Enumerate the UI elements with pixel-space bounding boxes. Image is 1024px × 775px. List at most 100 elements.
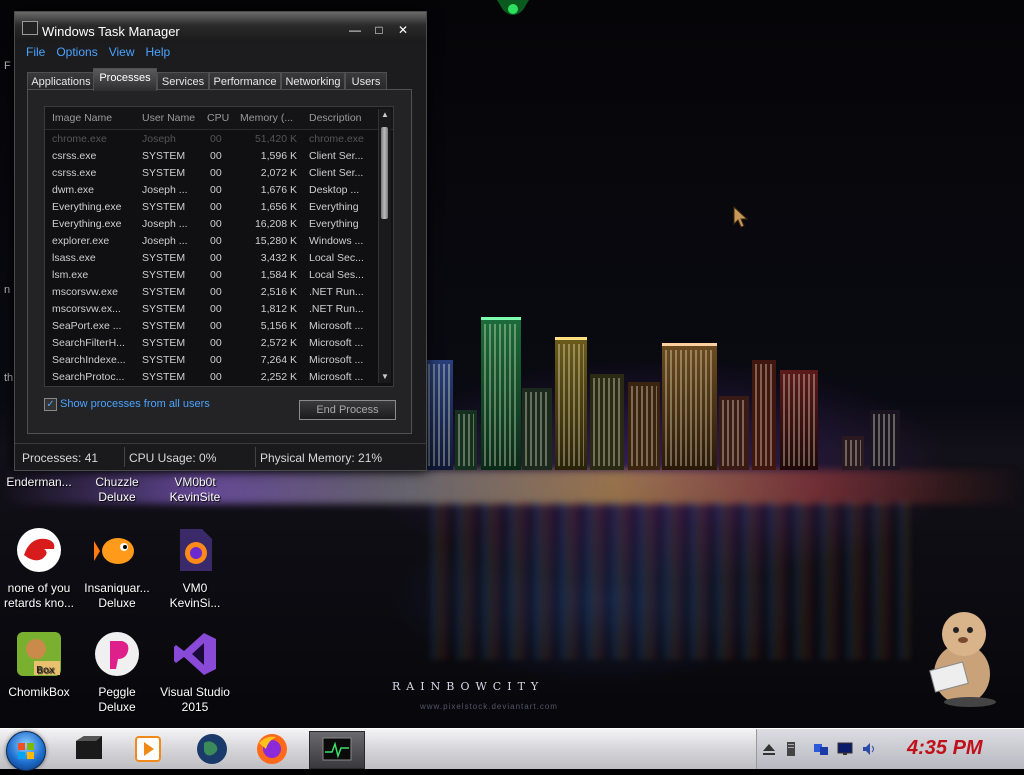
desktop-icon-peggle[interactable]: Peggle Deluxe [78, 631, 156, 715]
tray-server-icon[interactable] [783, 741, 799, 757]
menu-options[interactable]: Options [56, 45, 97, 59]
desktop-icon-chomikbox[interactable]: Box ChomikBox [0, 631, 78, 700]
menu-view[interactable]: View [109, 45, 135, 59]
taskbar-media-player[interactable] [122, 731, 174, 767]
process-name-cell: SearchProtoc... [52, 371, 125, 383]
taskbar-task-manager[interactable] [309, 731, 365, 769]
process-description-cell: Microsoft ... [309, 354, 364, 366]
column-header-cpu[interactable]: CPU [207, 112, 229, 124]
tray-monitor-icon[interactable] [837, 741, 853, 757]
table-row[interactable]: Everything.exe Joseph ... 00 16,208 K Everyt… [45, 215, 377, 232]
process-memory-cell: 5,156 K [260, 320, 297, 332]
process-user-cell: SYSTEM [142, 201, 186, 213]
tab-processes[interactable]: Processes [93, 68, 157, 91]
table-row[interactable]: csrss.exe SYSTEM 00 2,072 K Client Ser... [45, 164, 377, 181]
desktop-icon-red-dino[interactable]: none of you retards kno... [0, 527, 78, 611]
process-cpu-cell: 00 [210, 371, 222, 383]
table-row[interactable]: explorer.exe Joseph ... 00 15,280 K Windows … [45, 232, 377, 249]
maximize-button[interactable]: □ [369, 22, 389, 38]
process-name-cell: lsass.exe [52, 252, 96, 264]
process-list[interactable]: Image Name User Name CPU Memory (... Des… [44, 106, 394, 387]
end-process-button[interactable]: End Process [299, 400, 396, 420]
process-description-cell: Everything [309, 201, 359, 213]
table-row[interactable]: Everything.exe SYSTEM 00 1,656 K Everything [45, 198, 377, 215]
table-row[interactable]: SearchProtoc... SYSTEM 00 2,252 K Microsoft … [45, 368, 377, 385]
column-header-description[interactable]: Description [309, 112, 362, 124]
process-name-cell: mscorsvw.ex... [52, 303, 121, 315]
table-row[interactable]: SearchFilterH... SYSTEM 00 2,572 K Microsoft… [45, 334, 377, 351]
status-processes: Processes: 41 [22, 451, 99, 465]
close-button[interactable]: ✕ [393, 22, 413, 38]
wallpaper-caption: RAINBOWCITY [392, 680, 545, 693]
process-name-cell: SearchIndexe... [52, 354, 126, 366]
svg-text:Box: Box [36, 665, 55, 676]
process-memory-cell: 1,596 K [260, 150, 297, 162]
table-row[interactable]: SeaPort.exe ... SYSTEM 00 5,156 K Microsoft … [45, 317, 377, 334]
tray-volume-icon[interactable] [861, 741, 877, 757]
process-user-cell: SYSTEM [142, 269, 186, 281]
title-bar[interactable]: Windows Task Manager — □ ✕ [15, 12, 426, 42]
desktop-icon-visual-studio[interactable]: Visual Studio 2015 [156, 631, 234, 715]
process-memory-cell: 7,264 K [260, 354, 297, 366]
clock[interactable]: 4:35 PM [907, 737, 983, 760]
edge-text: n [4, 284, 11, 296]
tray-eject-icon[interactable] [761, 741, 777, 757]
table-row[interactable]: SearchIndexe... SYSTEM 00 7,264 K Microsoft … [45, 351, 377, 368]
taskbar-globe[interactable] [186, 731, 238, 767]
green-gadget-icon[interactable] [497, 0, 529, 18]
process-user-cell: SYSTEM [142, 371, 186, 383]
table-row[interactable]: chrome.exe Joseph 00 51,420 K chrome.exe [45, 130, 377, 147]
table-row[interactable]: lsass.exe SYSTEM 00 3,432 K Local Sec... [45, 249, 377, 266]
column-header-user-name[interactable]: User Name [142, 112, 195, 124]
table-row[interactable]: lsm.exe SYSTEM 00 1,584 K Local Ses... [45, 266, 377, 283]
process-user-cell: Joseph ... [142, 184, 188, 196]
window-title: Windows Task Manager [42, 24, 180, 39]
process-description-cell: Microsoft ... [309, 371, 364, 383]
task-manager-window: Windows Task Manager — □ ✕ File Options Vi… [14, 11, 427, 471]
edge-text: th [4, 372, 14, 384]
scroll-thumb[interactable] [381, 127, 388, 219]
process-name-cell: Everything.exe [52, 201, 122, 213]
scroll-down-icon[interactable]: ▼ [379, 371, 391, 383]
process-memory-cell: 1,812 K [260, 303, 297, 315]
desktop-icon-label: Peggle Deluxe [98, 685, 136, 714]
table-row[interactable]: csrss.exe SYSTEM 00 1,596 K Client Ser... [45, 147, 377, 164]
media-player-icon [135, 736, 161, 762]
process-name-cell: csrss.exe [52, 150, 97, 162]
process-memory-cell: 2,072 K [260, 167, 297, 179]
taskbar-firefox[interactable] [246, 731, 298, 767]
process-user-cell: SYSTEM [142, 167, 186, 179]
process-memory-cell: 15,280 K [254, 235, 297, 247]
minimize-button[interactable]: — [345, 22, 365, 38]
column-header-memory[interactable]: Memory (... [240, 112, 293, 124]
process-cpu-cell: 00 [210, 184, 222, 196]
process-user-cell: SYSTEM [142, 150, 186, 162]
desktop-icon-vm0-kevinsite[interactable]: VM0 KevinSi... [156, 527, 234, 611]
process-description-cell: Desktop ... [309, 184, 360, 196]
menu-file[interactable]: File [26, 45, 45, 59]
desktop-icon-insaniquarium[interactable]: Insaniquar... Deluxe [78, 527, 156, 611]
desktop-icon-label: Insaniquar... Deluxe [84, 581, 150, 610]
tray-network-icon[interactable] [813, 741, 829, 757]
menu-help[interactable]: Help [146, 45, 171, 59]
taskbar-console[interactable] [62, 731, 114, 767]
process-name-cell: SearchFilterH... [52, 337, 125, 349]
process-description-cell: Microsoft ... [309, 320, 364, 332]
list-header: Image Name User Name CPU Memory (... Des… [45, 107, 393, 130]
vertical-scrollbar[interactable]: ▲ ▼ [378, 109, 391, 383]
desktop-icon-label: none of you retards kno... [3, 581, 75, 610]
table-row[interactable]: mscorsvw.exe SYSTEM 00 2,516 K .NET Run... [45, 283, 377, 300]
show-all-label[interactable]: Show processes from all users [60, 398, 210, 410]
table-row[interactable]: mscorsvw.ex... SYSTEM 00 1,812 K .NET Run... [45, 300, 377, 317]
show-all-checkbox[interactable]: ✓ [44, 398, 57, 411]
start-button[interactable] [6, 731, 46, 771]
scroll-up-icon[interactable]: ▲ [379, 109, 391, 121]
column-header-image-name[interactable]: Image Name [52, 112, 112, 124]
desktop-icon-enderman[interactable]: Enderman... [0, 475, 78, 490]
desktop-icon-vm0b0t[interactable]: VM0b0t KevinSite [156, 475, 234, 505]
table-row[interactable]: dwm.exe Joseph ... 00 1,676 K Desktop ... [45, 181, 377, 198]
desktop-icon-chuzzle[interactable]: Chuzzle Deluxe [78, 475, 156, 505]
desktop-icon-label: Visual Studio 2015 [160, 685, 230, 714]
process-description-cell: Client Ser... [309, 167, 364, 179]
process-memory-cell: 1,676 K [260, 184, 297, 196]
